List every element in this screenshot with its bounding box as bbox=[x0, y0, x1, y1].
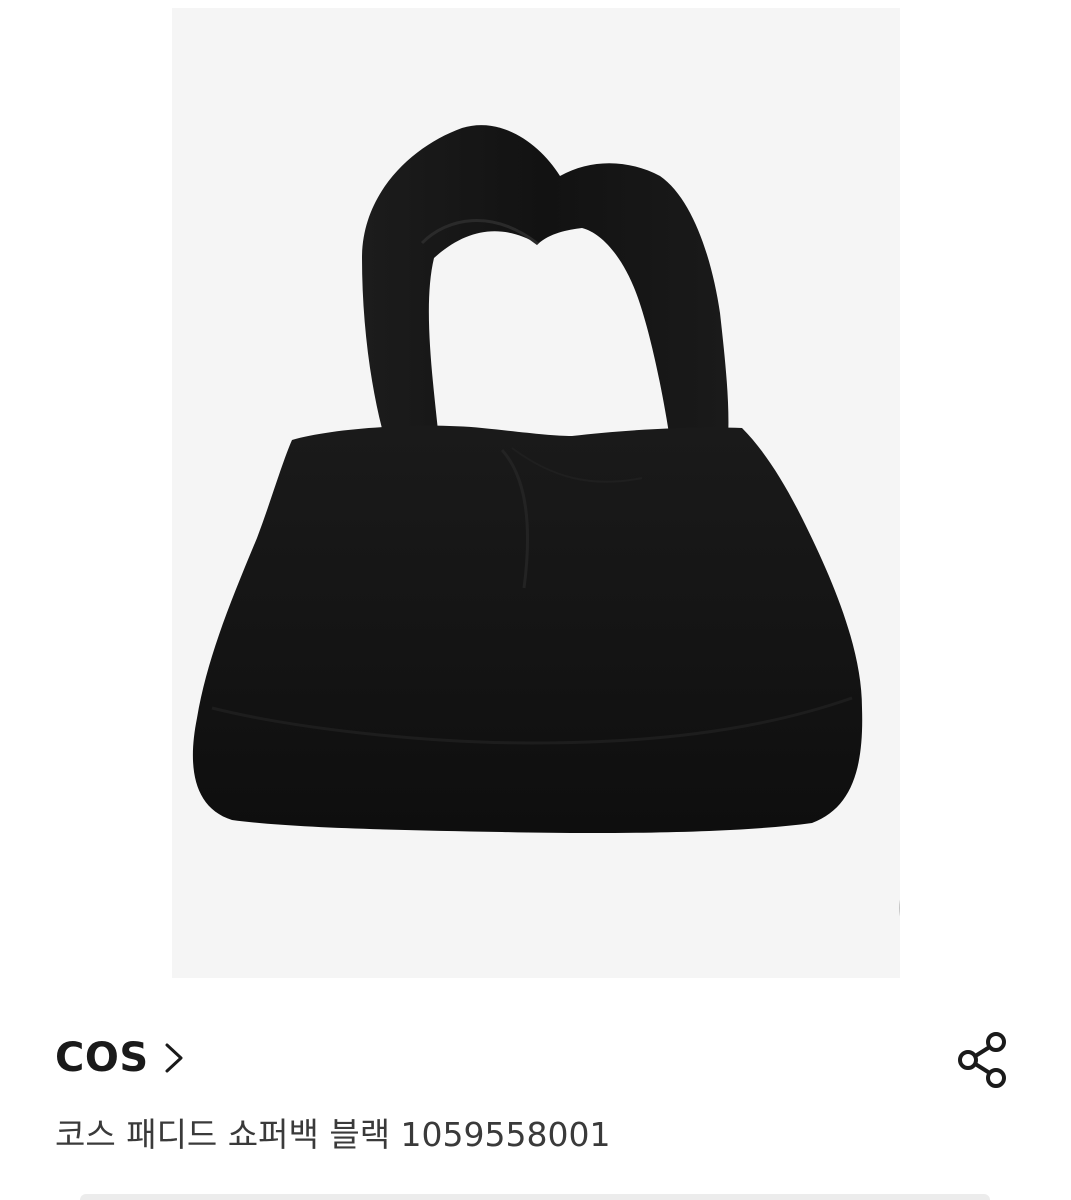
brand-link[interactable]: COS bbox=[55, 1030, 185, 1086]
share-icon bbox=[958, 1032, 1006, 1088]
product-detail-page: 1 3 COS 코스 패디드 쇼퍼백 블랙 1059558001 bbox=[0, 0, 1071, 1200]
chevron-right-icon bbox=[165, 1043, 183, 1073]
tote-bag-image bbox=[192, 125, 863, 834]
product-image-carousel[interactable]: 1 3 bbox=[172, 8, 900, 978]
brand-name: COS bbox=[55, 1035, 149, 1081]
share-button[interactable] bbox=[955, 1030, 1011, 1090]
bottom-sheet-edge bbox=[80, 1194, 990, 1200]
product-title: 코스 패디드 쇼퍼백 블랙 1059558001 bbox=[55, 1115, 611, 1154]
